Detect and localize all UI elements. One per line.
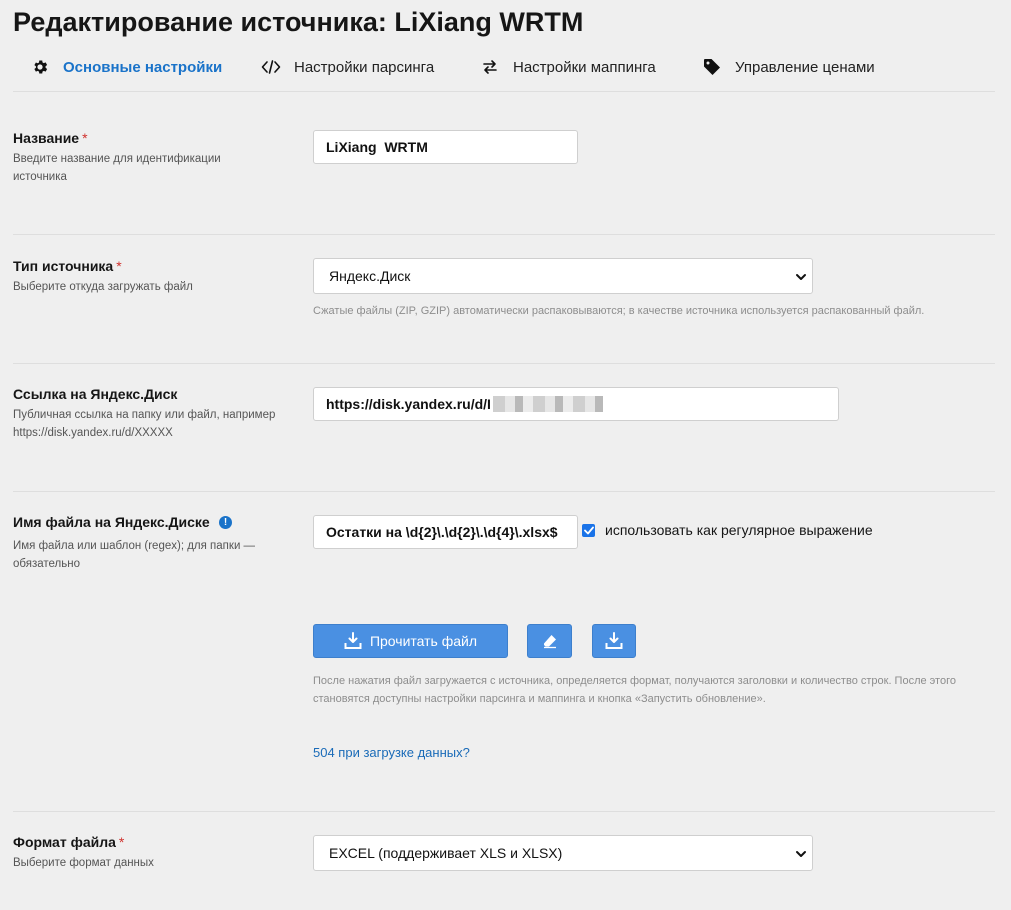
tab-label: Настройки маппинга (513, 58, 656, 76)
gear-icon (30, 57, 50, 77)
tab-label: Основные настройки (63, 58, 223, 76)
yandex-link-input[interactable]: https://disk.yandex.ru/d/I (313, 387, 839, 421)
download-icon (605, 632, 623, 649)
file-format-select[interactable]: EXCEL (поддерживает XLS и XLSX) (313, 835, 813, 871)
tab-price-management[interactable]: Управление ценами (702, 52, 875, 82)
download-icon (344, 632, 362, 649)
swap-arrows-icon (480, 57, 500, 77)
tab-bar: Основные настройки Настройки парсинга На… (0, 52, 1011, 82)
price-tag-icon (702, 57, 722, 77)
regex-checkbox[interactable] (582, 524, 595, 537)
checkmark-icon (583, 526, 594, 535)
chevron-down-icon (796, 851, 806, 857)
regex-checkbox-label[interactable]: использовать как регулярное выражение (605, 522, 873, 538)
tab-parsing-settings[interactable]: Настройки парсинга (261, 52, 434, 82)
yandex-filename-label: Имя файла на Яндекс.Диске (13, 514, 210, 530)
redacted-blur (492, 396, 603, 412)
chevron-down-icon (796, 274, 806, 280)
divider (13, 363, 995, 364)
divider (13, 91, 995, 92)
name-description: Введите название для идентификации источ… (13, 153, 221, 183)
yandex-filename-input[interactable] (313, 515, 578, 549)
divider (13, 234, 995, 235)
yandex-filename-description: Имя файла или шаблон (regex); для папки … (13, 540, 256, 570)
file-format-label: Формат файла * (13, 834, 125, 850)
read-file-button[interactable]: Прочитать файл (313, 624, 508, 658)
required-mark: * (118, 834, 125, 850)
tab-label: Настройки парсинга (294, 58, 435, 76)
code-icon (261, 57, 281, 77)
tab-label: Управление ценами (735, 58, 875, 76)
yandex-link-value: https://disk.yandex.ru/d/I (326, 396, 491, 412)
divider (13, 811, 995, 812)
required-mark: * (116, 258, 122, 274)
edit-button[interactable] (527, 624, 572, 658)
file-format-value: EXCEL (поддерживает XLS и XLSX) (329, 845, 563, 861)
tab-basic-settings[interactable]: Основные настройки (30, 52, 222, 82)
yandex-link-label: Ссылка на Яндекс.Диск (13, 386, 178, 402)
download-button[interactable] (592, 624, 636, 658)
error-504-link[interactable]: 504 при загрузке данных? (313, 745, 470, 760)
info-icon[interactable]: ! (219, 516, 232, 529)
tab-mapping-settings[interactable]: Настройки маппинга (480, 52, 656, 82)
source-type-value: Яндекс.Диск (329, 268, 411, 284)
divider (13, 491, 995, 492)
read-file-hint: После нажатия файл загружается с источни… (313, 675, 956, 705)
source-type-description: Выберите откуда загружать файл (13, 281, 193, 293)
file-format-description: Выберите формат данных (13, 857, 154, 869)
name-label: Название * (13, 130, 88, 146)
yandex-link-description: Публичная ссылка на папку или файл, напр… (13, 409, 276, 439)
eraser-icon (543, 635, 556, 649)
required-mark: * (82, 130, 88, 146)
name-input[interactable] (313, 130, 578, 164)
source-type-select[interactable]: Яндекс.Диск (313, 258, 813, 294)
source-type-label: Тип источника * (13, 258, 122, 274)
page-title: Редактирование источника: LiXiang WRTM (13, 7, 584, 37)
source-type-hint: Сжатые файлы (ZIP, GZIP) автоматически р… (313, 305, 925, 317)
read-file-label: Прочитать файл (369, 633, 478, 649)
